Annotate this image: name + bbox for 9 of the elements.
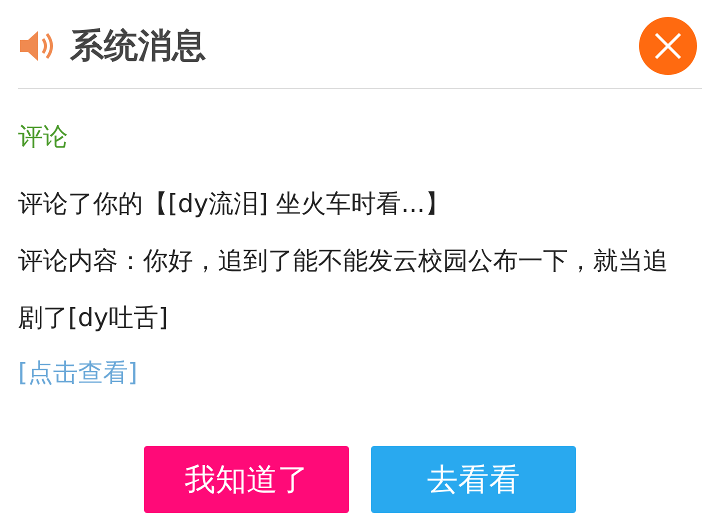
speaker-icon <box>18 28 54 64</box>
action-button[interactable]: 我知道了 <box>144 446 349 513</box>
view-link[interactable]: [点击查看] <box>18 348 688 398</box>
message-text: 评论了你的【[dy流泪] 坐火车时看...】 <box>18 188 451 220</box>
category-label: 评论 <box>18 121 69 153</box>
dialog-title: 系统消息 <box>70 25 207 68</box>
message-text: 评论内容：你好，追到了能不能发云校园公布一下，就当追剧了[dy吐舌] <box>18 245 669 334</box>
close-icon[interactable] <box>638 16 698 76</box>
action-button[interactable]: 去看看 <box>371 446 576 513</box>
